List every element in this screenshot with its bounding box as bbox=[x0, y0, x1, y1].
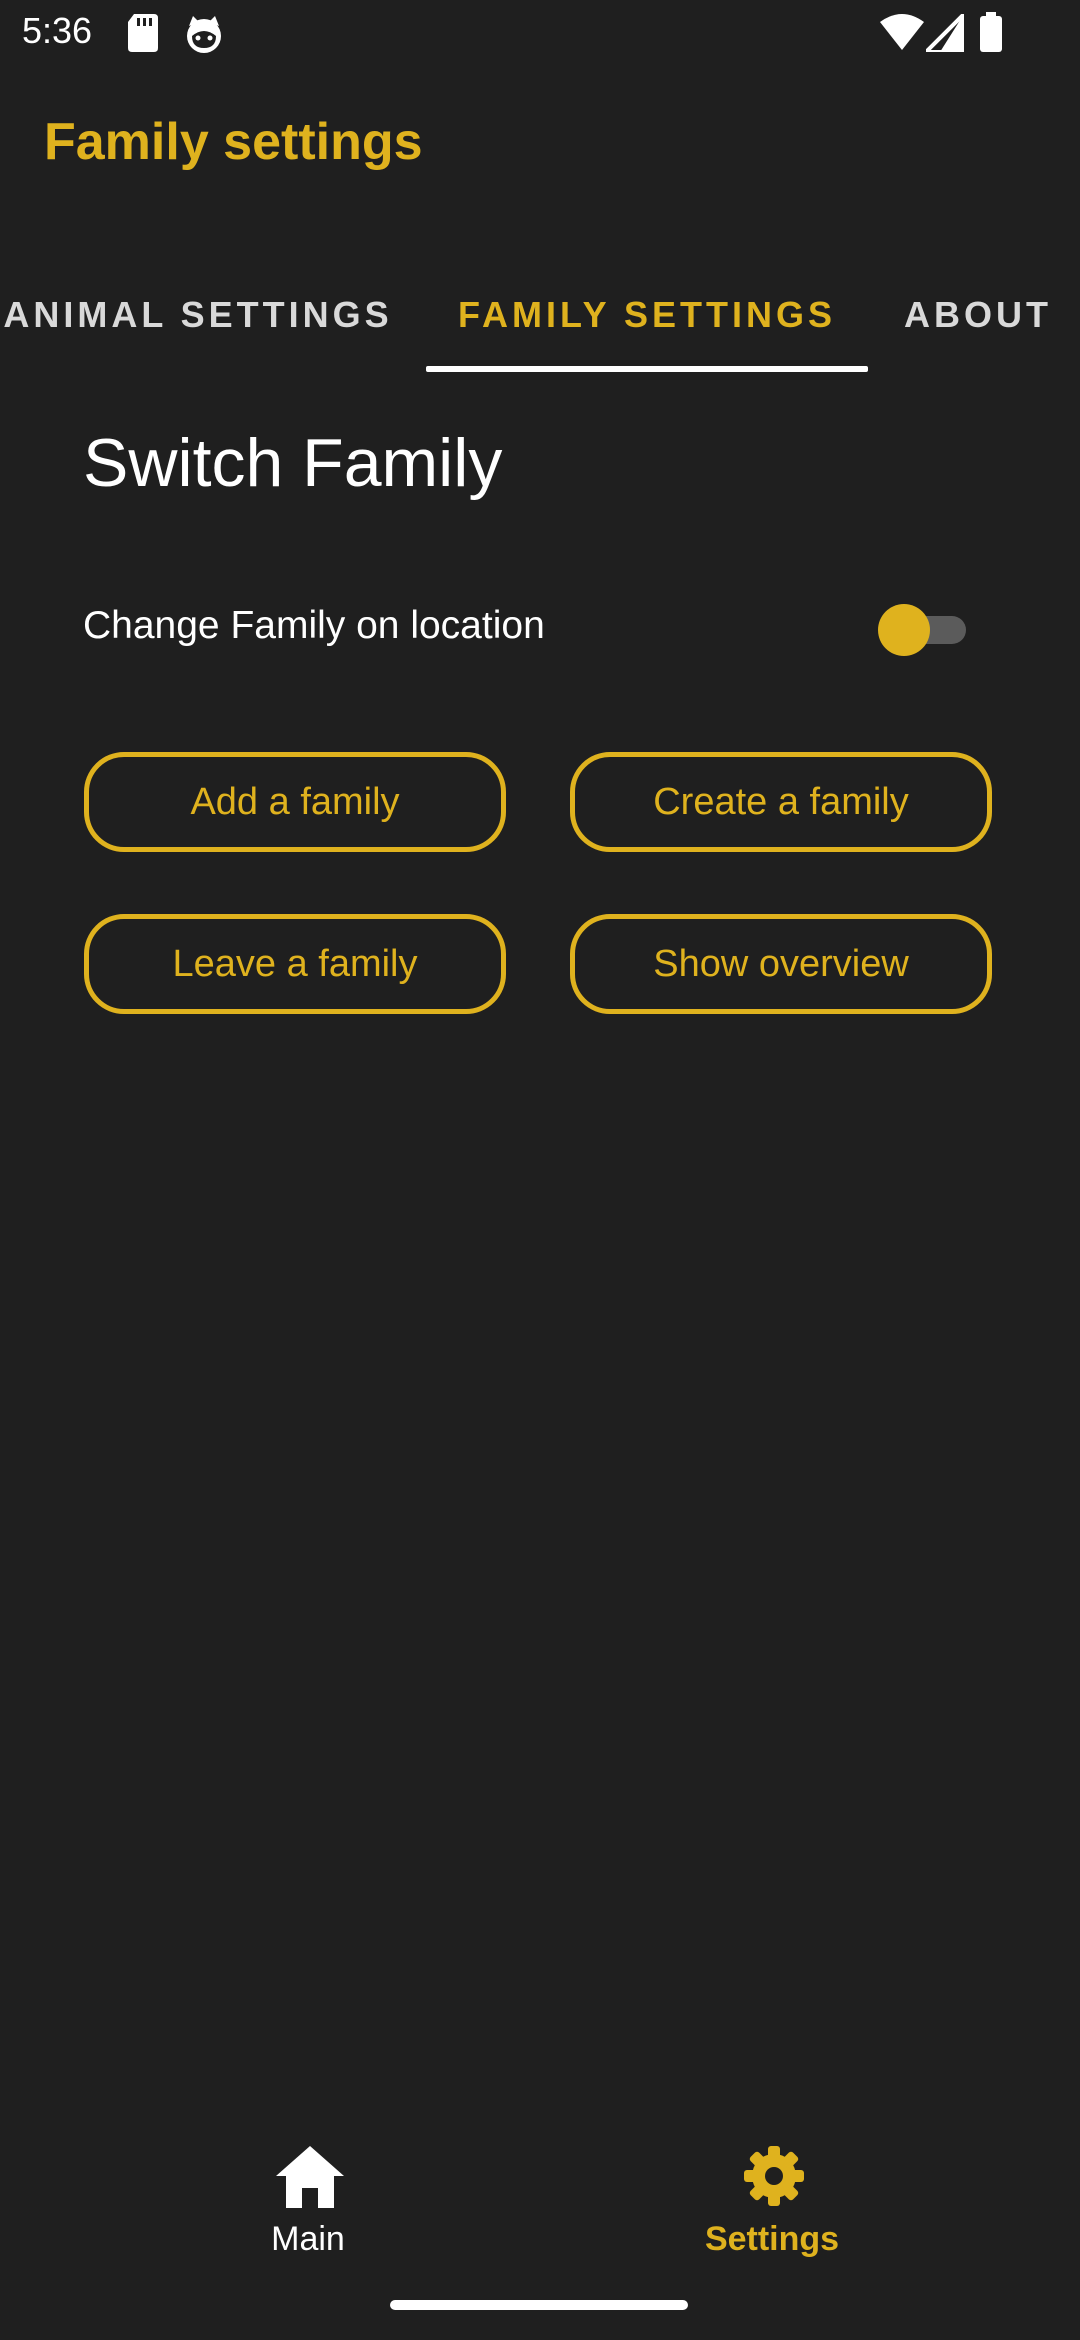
tab-bar: ANIMAL SETTINGS FAMILY SETTINGS ABOUT bbox=[0, 256, 1080, 376]
change-family-location-switch[interactable] bbox=[876, 600, 970, 660]
gear-icon bbox=[744, 2146, 804, 2206]
wifi-icon bbox=[880, 14, 924, 50]
tab-indicator bbox=[426, 366, 868, 372]
home-icon bbox=[276, 2146, 344, 2208]
leave-family-button[interactable]: Leave a family bbox=[84, 914, 506, 1014]
tab-animal-settings[interactable]: ANIMAL SETTINGS bbox=[0, 274, 426, 356]
nav-item-main[interactable]: Main bbox=[188, 2140, 428, 2280]
gesture-handle[interactable] bbox=[390, 2300, 688, 2310]
tab-family-settings[interactable]: FAMILY SETTINGS bbox=[426, 274, 868, 356]
nav-label-main: Main bbox=[271, 2220, 345, 2258]
cat-icon bbox=[187, 16, 221, 53]
battery-icon bbox=[980, 12, 1002, 52]
signal-icon bbox=[926, 14, 964, 52]
nav-item-settings[interactable]: Settings bbox=[652, 2140, 892, 2280]
status-bar: 5:36 bbox=[0, 0, 1080, 66]
create-family-button[interactable]: Create a family bbox=[570, 752, 992, 852]
tab-about[interactable]: ABOUT bbox=[880, 274, 1080, 356]
bottom-navigation: Main Settings bbox=[0, 2120, 1080, 2280]
section-title: Switch Family bbox=[83, 425, 503, 501]
nav-label-settings: Settings bbox=[704, 2220, 840, 2258]
page-title: Family settings bbox=[44, 113, 423, 171]
add-family-button[interactable]: Add a family bbox=[84, 752, 506, 852]
status-time: 5:36 bbox=[22, 10, 93, 51]
sd-card-icon bbox=[128, 14, 158, 52]
switch-thumb bbox=[878, 604, 930, 656]
change-family-location-label: Change Family on location bbox=[83, 604, 545, 647]
show-overview-button[interactable]: Show overview bbox=[570, 914, 992, 1014]
